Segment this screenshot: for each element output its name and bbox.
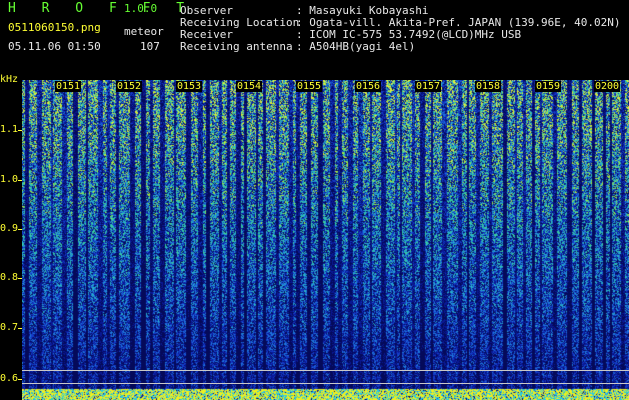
time-label: 0200	[594, 81, 621, 92]
count-value: 107	[140, 40, 160, 53]
time-label: 0153	[176, 81, 203, 92]
time-label: 0159	[535, 81, 562, 92]
y-tick-mark	[18, 328, 22, 329]
reference-line-lower	[22, 383, 629, 384]
y-tick-label: 0.8	[0, 272, 19, 283]
time-label: 0151	[55, 81, 82, 92]
antenna-label: Receiving antenna	[180, 40, 293, 53]
antenna-value: : A504HB(yagi 4el)	[296, 40, 416, 53]
y-tick-label: 1.0	[0, 174, 19, 185]
time-label: 0158	[475, 81, 502, 92]
file-name: 0511060150.png	[8, 21, 101, 34]
app-name: H R O F F T	[8, 1, 194, 16]
y-tick-label: 1.1	[0, 124, 19, 135]
time-label: 0152	[116, 81, 143, 92]
mode-label: meteor	[124, 25, 164, 38]
y-tick-mark	[18, 180, 22, 181]
frequency-unit: kHz	[0, 74, 19, 85]
time-label: 0154	[236, 81, 263, 92]
reference-line-upper	[22, 370, 629, 371]
datetime-label: 05.11.06 01:50	[8, 40, 101, 53]
y-tick-mark	[18, 278, 22, 279]
y-tick-label: 0.7	[0, 322, 19, 333]
y-tick-mark	[18, 379, 22, 380]
y-tick-mark	[18, 229, 22, 230]
y-tick-label: 0.9	[0, 223, 19, 234]
y-tick-label: 0.6	[0, 373, 19, 384]
spectrogram	[22, 80, 629, 400]
app-version: 1.0.0	[124, 2, 158, 15]
time-label: 0157	[415, 81, 442, 92]
y-tick-mark	[18, 130, 22, 131]
time-label: 0156	[355, 81, 382, 92]
time-label: 0155	[296, 81, 323, 92]
